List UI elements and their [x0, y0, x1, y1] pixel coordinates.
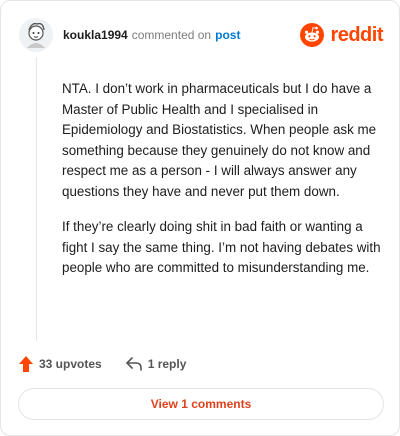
- thread-line[interactable]: [36, 57, 37, 341]
- comment-header: koukla1994 commented on post reddit: [19, 15, 383, 55]
- comment-byline: koukla1994 commented on post: [63, 28, 240, 42]
- comment-paragraph: NTA. I don’t work in pharmaceuticals but…: [62, 81, 377, 199]
- reply-count: 1 reply: [147, 357, 187, 371]
- commented-on-text: commented on: [131, 28, 212, 42]
- reddit-wordmark: reddit: [330, 23, 383, 46]
- username-link[interactable]: koukla1994: [63, 28, 128, 42]
- avatar[interactable]: [19, 18, 53, 52]
- comment-card: koukla1994 commented on post reddit NTA.…: [0, 0, 400, 436]
- comment-body: NTA. I don’t work in pharmaceuticals but…: [62, 79, 382, 294]
- upvote-arrow-icon: [19, 356, 33, 372]
- comment-paragraph: If they’re clearly doing shit in bad fai…: [62, 219, 381, 275]
- upvote-button[interactable]: 33 upvotes: [19, 356, 102, 372]
- reddit-logo[interactable]: reddit: [300, 23, 383, 47]
- comment-footer: 33 upvotes 1 reply: [19, 353, 186, 375]
- reply-button[interactable]: 1 reply: [125, 357, 187, 371]
- reddit-logo-icon: [300, 23, 325, 47]
- avatar-icon: [19, 18, 53, 52]
- post-link[interactable]: post: [215, 28, 240, 42]
- view-comments-button[interactable]: View 1 comments: [18, 388, 384, 420]
- upvote-count: 33 upvotes: [39, 357, 102, 371]
- reply-arrow-icon: [125, 357, 142, 371]
